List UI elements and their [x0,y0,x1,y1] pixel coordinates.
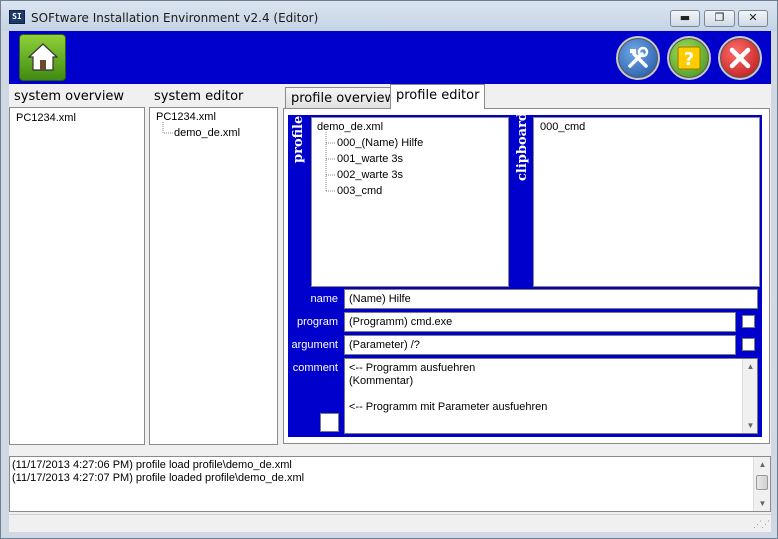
comment-line: <-- Programm mit Parameter ausfuehren [349,401,548,413]
name-label: name [310,293,338,305]
tab-profile-editor[interactable]: profile editor [390,84,486,109]
profile-tree-item[interactable]: 000_(Name) Hilfe [337,137,423,149]
system-overview-item[interactable]: PC1234.xml [16,112,76,124]
resize-grip-icon[interactable]: ⋰⋰ [753,519,770,530]
system-overview-label: system overview [14,89,125,104]
profile-editor-panel: profile demo_de.xml 000_(Name) Hilfe 001… [288,111,762,437]
profile-tree[interactable]: demo_de.xml 000_(Name) Hilfe 001_warte 3… [311,117,509,287]
log-scroll-thumb[interactable] [756,475,768,490]
minimize-button[interactable]: ▬ [670,10,700,27]
title-bar[interactable]: SI SOFtware Installation Environment v2.… [1,1,777,31]
exit-icon [729,47,751,69]
scroll-down-icon[interactable]: ▼ [755,496,770,511]
log-scrollbar[interactable]: ▲ ▼ [753,457,770,511]
comment-scrollbar[interactable]: ▲ ▼ [742,359,757,433]
window-title: SOFtware Installation Environment v2.4 (… [31,11,319,25]
comment-line: <-- Programm ausfuehren [349,362,476,374]
exit-button[interactable] [718,36,762,80]
help-button[interactable]: ? [667,36,711,80]
enabled-checkbox[interactable] [320,413,339,432]
app-icon: SI [9,10,25,24]
log-output[interactable]: (11/17/2013 4:27:06 PM) profile load pro… [9,456,771,512]
comment-label: comment [292,362,338,374]
maximize-button[interactable]: ❐ [704,10,735,27]
argument-checkbox[interactable] [742,338,755,351]
system-editor-child[interactable]: demo_de.xml [174,127,240,139]
client-area: system overview PC1234.xml system editor… [9,84,771,532]
scroll-up-icon[interactable]: ▲ [743,359,758,374]
svg-text:?: ? [684,49,694,70]
tab-profile-overview[interactable]: profile overview [285,87,402,108]
system-editor-tree[interactable]: PC1234.xml demo_de.xml [149,107,278,445]
log-line: (11/17/2013 4:27:06 PM) profile load pro… [12,459,292,471]
profile-tree-item[interactable]: 002_warte 3s [337,169,403,181]
tools-icon [628,46,649,68]
comment-line: (Kommentar) [349,375,414,387]
tree-connector-icon [162,122,173,134]
profile-tree-item[interactable]: 001_warte 3s [337,153,403,165]
profile-tree-item[interactable]: 003_cmd [337,185,382,197]
toolbar: ? [9,31,771,84]
status-bar: ⋰⋰ [9,514,771,532]
program-label: program [297,316,338,328]
system-editor-label: system editor [154,89,244,104]
argument-label: argument [291,339,338,351]
clipboard-item[interactable]: 000_cmd [540,121,585,133]
home-button[interactable] [19,34,66,81]
home-icon [28,43,58,71]
log-line: (11/17/2013 4:27:07 PM) profile loaded p… [12,472,305,484]
help-icon: ? [677,46,701,70]
scroll-up-icon[interactable]: ▲ [755,457,770,472]
app-window: SI SOFtware Installation Environment v2.… [0,0,778,539]
tree-connector-icon [325,132,336,192]
argument-field[interactable]: (Parameter) /? [344,335,736,355]
tools-button[interactable] [616,36,660,80]
profile-label: profile [291,115,306,163]
program-checkbox[interactable] [742,315,755,328]
scroll-down-icon[interactable]: ▼ [743,418,758,433]
clipboard-label: clipboard [515,111,530,181]
clipboard-list[interactable]: 000_cmd [533,117,760,287]
system-overview-list[interactable]: PC1234.xml [9,107,145,445]
program-field[interactable]: (Programm) cmd.exe [344,312,736,332]
close-window-button[interactable]: ✕ [738,10,768,27]
profile-editor-page: profile demo_de.xml 000_(Name) Hilfe 001… [283,108,770,444]
comment-textarea[interactable]: <-- Programm ausfuehren (Kommentar) <-- … [344,358,758,434]
name-field[interactable]: (Name) Hilfe [344,289,758,309]
